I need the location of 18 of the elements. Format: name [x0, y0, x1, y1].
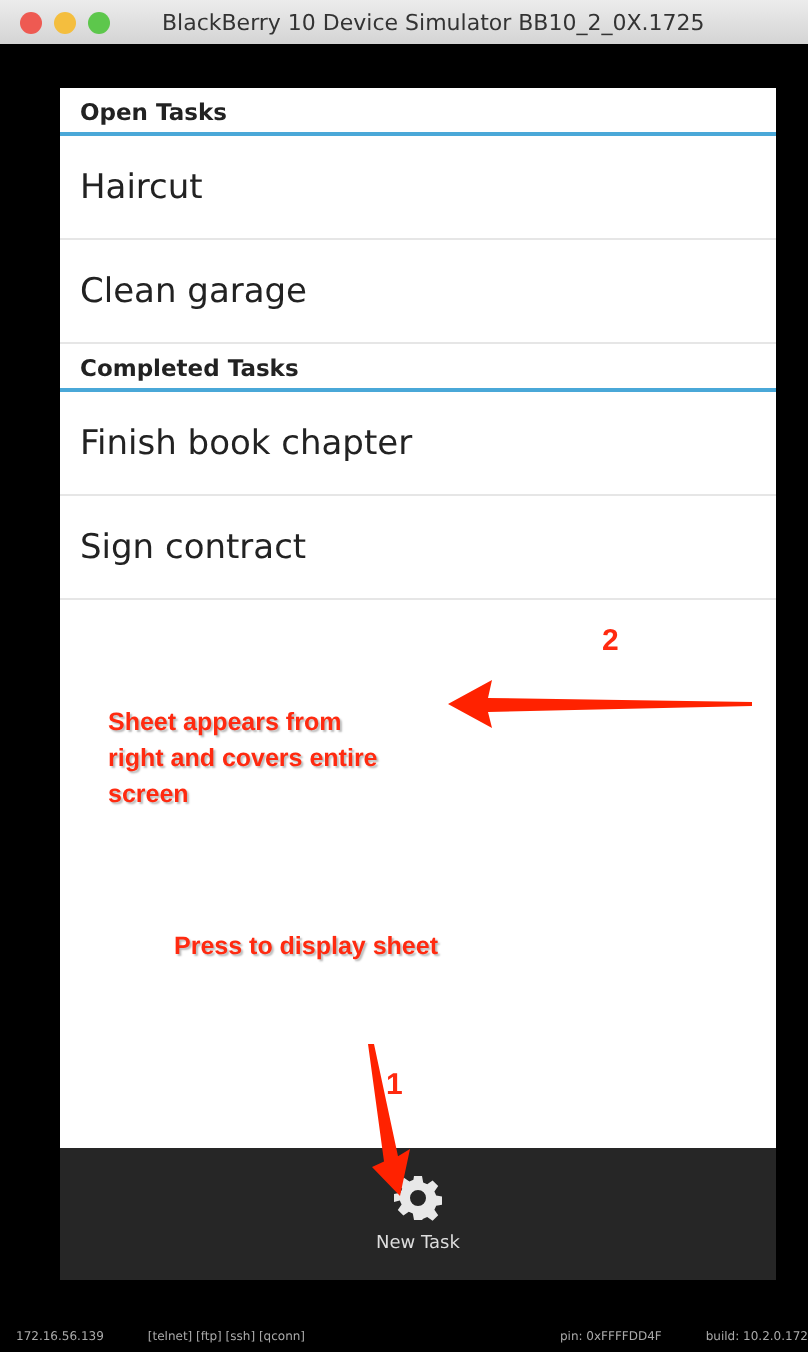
annotation-number: 1	[386, 1068, 403, 1102]
close-button[interactable]	[20, 11, 42, 33]
window-title: BlackBerry 10 Device Simulator BB10_2_0X.1725	[162, 9, 705, 35]
section-header: Open Tasks	[60, 88, 776, 136]
gear-icon	[393, 1174, 442, 1222]
zoom-button[interactable]	[88, 11, 110, 33]
arrow-down-icon	[364, 1044, 412, 1196]
task-item[interactable]: Finish book chapter	[60, 392, 776, 496]
annotation-text: Sheet appears from right and covers entire screen	[108, 706, 378, 812]
annotation-text: Press to display sheet	[174, 930, 439, 964]
task-item[interactable]: Clean garage	[60, 240, 776, 344]
arrow-left-icon	[448, 680, 752, 728]
annotation-number: 2	[602, 624, 619, 658]
task-item[interactable]: Sign contract	[60, 496, 776, 600]
task-item[interactable]: Haircut	[60, 136, 776, 240]
new-task-button[interactable]: New Task	[368, 1166, 468, 1262]
section-header: Completed Tasks	[60, 344, 776, 392]
minimize-button[interactable]	[54, 11, 76, 33]
